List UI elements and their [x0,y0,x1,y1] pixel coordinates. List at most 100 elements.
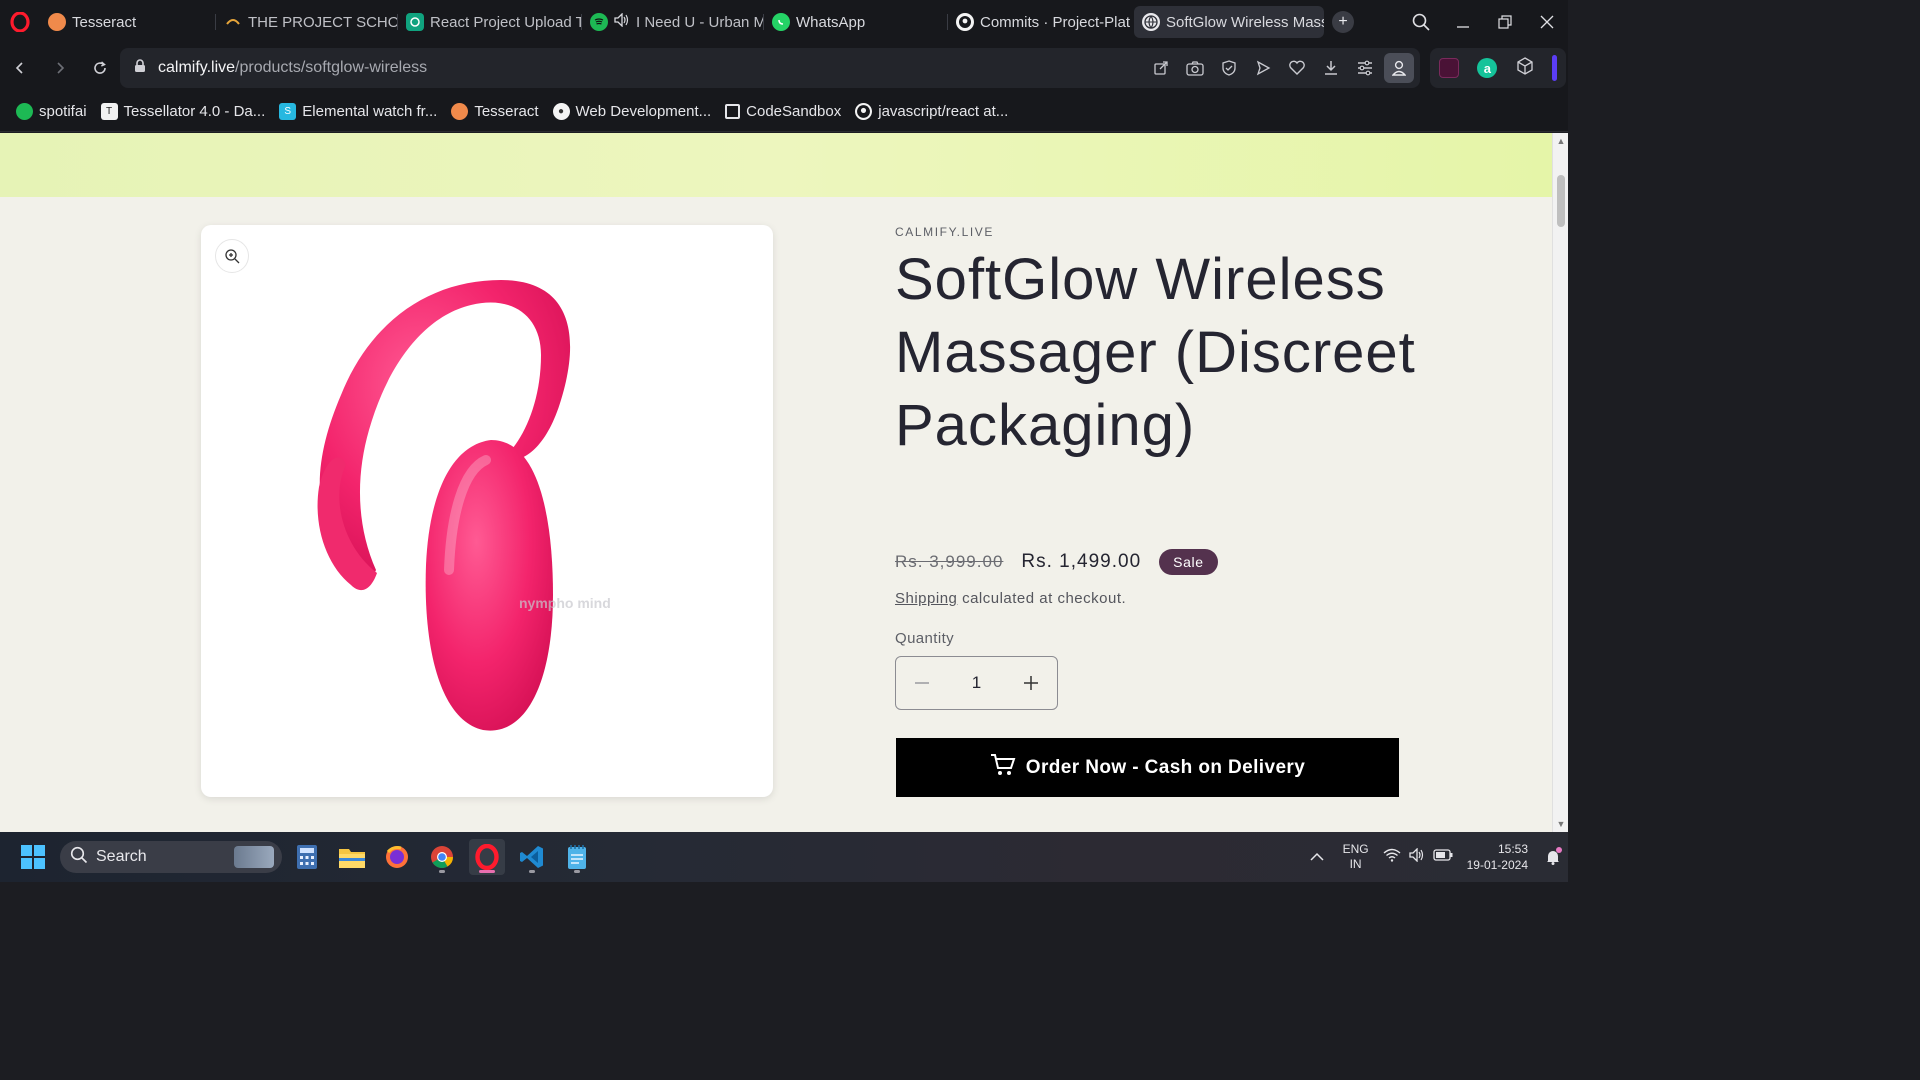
easy-setup-icon[interactable] [1350,53,1380,83]
clock-time: 15:53 [1497,842,1528,856]
order-now-button[interactable]: Order Now - Cash on Delivery [896,738,1399,797]
back-icon[interactable] [0,48,40,88]
system-tray: ENG IN 15:53 19-01-2024 [1301,832,1568,882]
zoom-icon[interactable] [215,239,249,273]
clock-date: 19-01-2024 [1466,858,1528,872]
web-page: nympho mind CALMIFY.LIVE SoftGlow Wirele… [0,133,1568,832]
elemental-icon: S [279,103,297,120]
bookmark-javascript-react[interactable]: javascript/react at... [855,103,1008,120]
windows-start-icon[interactable] [15,839,51,875]
increase-quantity-button[interactable] [1005,657,1057,709]
navigation-row: calmify.live/products/softglow-wireless [0,44,1568,92]
tab-label: SoftGlow Wireless Mass [1166,13,1324,31]
announcement-bar [0,133,1552,197]
share-icon[interactable] [1146,53,1176,83]
url-text[interactable]: calmify.live/products/softglow-wireless [158,59,427,77]
tab-project-school[interactable]: THE PROJECT SCHOOL [216,6,398,38]
tab-whatsapp[interactable]: WhatsApp [764,6,948,38]
battery-icon[interactable] [1432,848,1453,866]
tab-label: React Project Upload T [430,13,582,31]
quantity-stepper: 1 [895,656,1058,710]
notification-dot [1556,847,1562,853]
wifi-icon[interactable] [1383,848,1401,867]
lock-icon[interactable] [134,58,146,78]
chevron-up-icon[interactable] [1301,852,1333,862]
tab-softglow-active[interactable]: SoftGlow Wireless Mass [1134,6,1324,38]
shield-icon[interactable] [1214,53,1244,83]
minimize-icon[interactable] [1442,0,1484,44]
tab-label: THE PROJECT SCHOOL [248,13,398,31]
tab-github-commits[interactable]: Commits · Project-Plat [948,6,1134,38]
bookmark-web-development[interactable]: ● Web Development... [552,103,711,120]
taskbar: Search ENG IN 15:53 19-01-2024 [0,832,1568,882]
firefox-icon[interactable] [379,839,415,875]
bookmark-elemental[interactable]: S Elemental watch fr... [279,103,437,120]
decrease-quantity-button[interactable] [896,657,948,709]
close-icon[interactable] [1526,0,1568,44]
language-indicator[interactable]: ENG IN [1343,842,1369,872]
vscode-icon[interactable] [514,839,550,875]
speaker-icon[interactable] [614,12,630,31]
quantity-label: Quantity [895,630,955,647]
shipping-link[interactable]: Shipping [895,590,957,607]
tessellator-icon: T [100,103,118,120]
tab-label: Commits · Project-Plat [980,13,1131,31]
scroll-down-icon[interactable]: ▼ [1556,819,1566,829]
notification-bell-icon[interactable] [1538,847,1568,865]
new-tab-button[interactable]: + [1332,11,1354,33]
snapshot-icon[interactable] [1180,53,1210,83]
bookmark-spotifai[interactable]: spotifai [16,103,87,120]
address-bar-actions [1146,48,1414,88]
profile-icon[interactable] [1384,53,1414,83]
tesseract-icon [451,103,469,120]
spotify-icon [16,103,33,120]
volume-icon[interactable] [1408,846,1425,867]
bookmark-tesseract[interactable]: Tesseract [451,103,539,120]
bookmarks-bar: spotifai T Tessellator 4.0 - Da... S Ele… [0,92,1568,132]
file-explorer-icon[interactable] [334,839,370,875]
webdev-icon: ● [552,103,570,120]
product-media[interactable]: nympho mind [201,225,773,797]
download-icon[interactable] [1316,53,1346,83]
cart-icon [990,753,1016,783]
forward-icon[interactable] [40,48,80,88]
grammar-extension-icon[interactable]: a [1477,58,1498,78]
extensions-area: a [1430,48,1566,88]
tab-tesseract[interactable]: Tesseract [40,6,216,38]
image-watermark: nympho mind [519,595,611,611]
search-tabs-icon[interactable] [1400,0,1442,44]
address-bar[interactable]: calmify.live/products/softglow-wireless [120,48,1420,88]
tab-spotify-track[interactable]: I Need U - Urban M [582,6,764,38]
tesseract-icon [48,13,66,31]
opera-taskbar-icon[interactable] [469,839,505,875]
calculator-icon[interactable] [289,839,325,875]
sidebar-accent [1551,55,1557,81]
extension-icon[interactable] [1439,58,1460,78]
project-school-icon [224,13,242,31]
cube-icon[interactable] [1516,56,1534,80]
tab-label: WhatsApp [796,13,866,31]
scroll-up-icon[interactable]: ▲ [1556,136,1566,146]
spotify-icon [590,13,608,31]
restore-icon[interactable] [1484,0,1526,44]
taskbar-search[interactable]: Search [60,841,282,873]
opera-logo-icon[interactable] [0,0,40,44]
scrollbar-thumb[interactable] [1557,175,1565,227]
quantity-input[interactable]: 1 [972,673,981,693]
send-icon[interactable] [1248,53,1278,83]
clock[interactable]: 15:53 19-01-2024 [1467,841,1528,873]
bookmark-tessellator[interactable]: T Tessellator 4.0 - Da... [100,103,265,120]
chrome-icon[interactable] [424,839,460,875]
tab-label: I Need U - Urban M [636,13,764,31]
globe-icon [1142,13,1160,31]
sale-badge: Sale [1159,549,1218,575]
tab-react-project[interactable]: React Project Upload T [398,6,582,38]
heart-icon[interactable] [1282,53,1312,83]
window-controls [1400,0,1568,44]
bookmark-codesandbox[interactable]: CodeSandbox [725,103,841,120]
page-scrollbar[interactable]: ▲ ▼ [1552,133,1568,832]
notepad-icon[interactable] [559,839,595,875]
sale-price: Rs. 1,499.00 [1021,551,1142,572]
reload-icon[interactable] [80,48,120,88]
order-now-label: Order Now - Cash on Delivery [1025,756,1306,778]
